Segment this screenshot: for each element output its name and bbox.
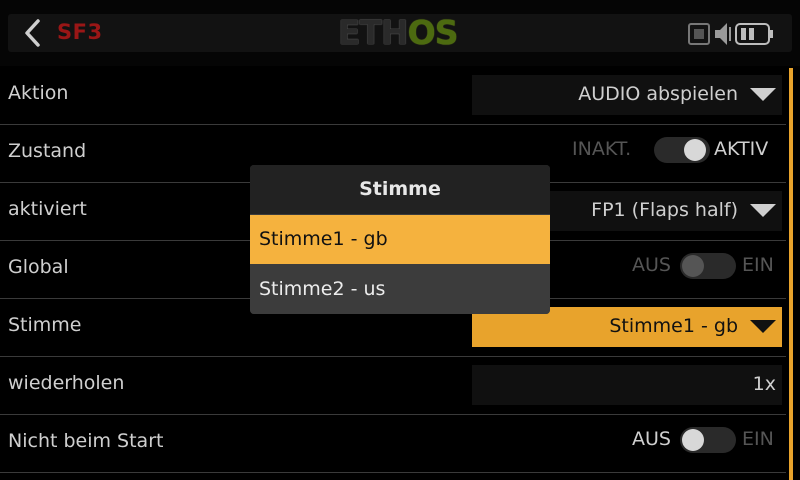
option-label: Stimme1 - gb: [259, 228, 388, 250]
toggle-knob: [682, 429, 704, 451]
dropdown-value: FP1 (Flaps half): [591, 199, 738, 221]
toggle-off-label: AUS: [632, 428, 671, 450]
back-button[interactable]: [14, 14, 52, 52]
option-label: Stimme2 - us: [259, 278, 386, 300]
row-label: Aktion: [8, 82, 69, 104]
row-label: Zustand: [8, 140, 87, 162]
toggle-on-label: AKTIV: [714, 138, 769, 160]
model-name: SF3: [57, 20, 103, 44]
row-label: wiederholen: [8, 372, 125, 394]
aktion-dropdown[interactable]: AUDIO abspielen: [472, 75, 782, 115]
toggle-knob: [684, 139, 706, 161]
field-value: 1x: [752, 373, 776, 395]
logo-text-eth: ETH: [338, 13, 409, 52]
nicht-beim-start-toggle[interactable]: AUS EIN: [632, 427, 782, 458]
screen-icon: [688, 23, 710, 45]
toggle-switch[interactable]: [654, 137, 710, 163]
popup-option-stimme2[interactable]: Stimme2 - us: [250, 265, 550, 314]
toggle-off-label: AUS: [632, 254, 671, 276]
row-wiederholen: wiederholen 1x: [0, 356, 786, 415]
dropdown-value: Stimme1 - gb: [609, 315, 738, 337]
back-arrow-icon: [25, 19, 40, 47]
global-toggle[interactable]: AUS EIN: [632, 253, 782, 284]
wiederholen-field[interactable]: 1x: [472, 365, 782, 405]
chevron-down-icon: [750, 88, 776, 101]
row-nicht-beim-start: Nicht beim Start AUS EIN: [0, 414, 786, 473]
dropdown-value: AUDIO abspielen: [578, 83, 738, 105]
toggle-on-label: EIN: [742, 428, 774, 450]
battery-icon: [735, 23, 773, 45]
ethos-logo: ETHOS: [338, 14, 458, 52]
row-label: Stimme: [8, 314, 82, 336]
zustand-toggle[interactable]: INAKT. AKTIV: [572, 137, 782, 168]
chevron-down-icon: [750, 204, 776, 217]
row-label: aktiviert: [8, 198, 87, 220]
popup-option-stimme1[interactable]: Stimme1 - gb: [250, 215, 550, 264]
speaker-icon: [715, 23, 731, 45]
top-bar: SF3 ETHOS: [0, 0, 800, 66]
toggle-switch[interactable]: [680, 427, 736, 453]
popup-title: Stimme: [250, 165, 550, 214]
stimme-popup: Stimme Stimme1 - gb Stimme2 - us: [250, 165, 550, 314]
toggle-off-label: INAKT.: [572, 138, 632, 160]
logo-text-os: OS: [407, 13, 459, 52]
chevron-down-icon: [750, 320, 776, 333]
toggle-switch[interactable]: [680, 253, 736, 279]
row-aktion: Aktion AUDIO abspielen: [0, 66, 786, 125]
scrollbar[interactable]: [789, 68, 793, 480]
row-label: Global: [8, 256, 69, 278]
toggle-on-label: EIN: [742, 254, 774, 276]
toggle-knob: [682, 255, 704, 277]
status-icons: [688, 18, 788, 48]
row-label: Nicht beim Start: [8, 430, 164, 452]
